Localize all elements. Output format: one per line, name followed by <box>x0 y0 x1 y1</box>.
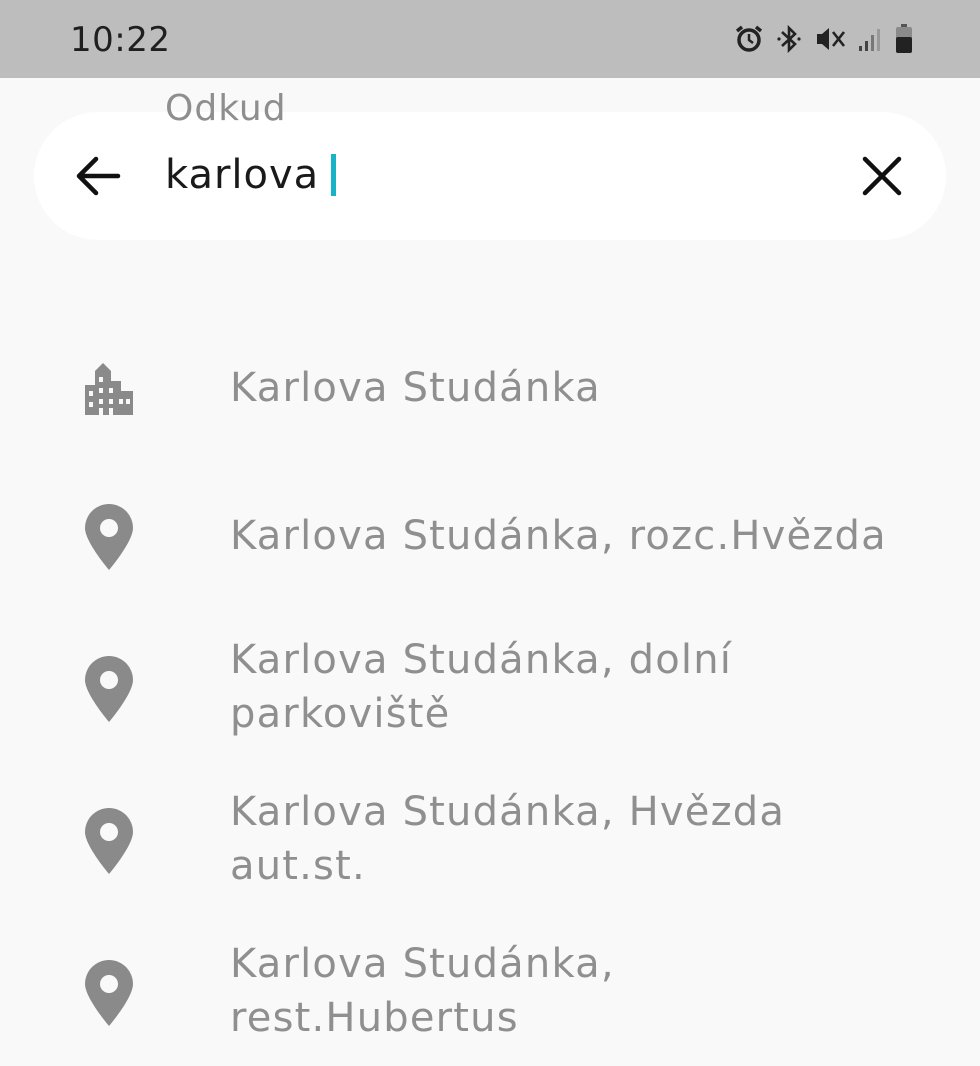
location-pin-icon <box>82 655 136 725</box>
city-icon <box>82 353 136 423</box>
bluetooth-icon <box>776 24 802 54</box>
clear-button[interactable] <box>852 148 912 208</box>
suggestion-label: Karlova Studánka, rest.Hubertus <box>230 941 615 1041</box>
suggestion-label: Karlova Studánka, dolní parkoviště <box>230 637 733 737</box>
arrow-left-icon <box>74 154 122 202</box>
signal-icon <box>858 24 882 54</box>
location-pin-icon <box>82 959 136 1029</box>
battery-icon <box>894 23 914 55</box>
location-pin-icon <box>82 807 136 877</box>
suggestion-item[interactable]: Karlova Studánka <box>0 345 980 425</box>
suggestion-item[interactable]: Karlova Studánka, rozc.Hvězda <box>0 495 980 585</box>
status-icons <box>734 22 914 56</box>
vibrate-mute-icon <box>814 24 846 54</box>
suggestion-item[interactable]: Karlova Studánka, Hvězda aut.st. <box>0 785 980 905</box>
back-button[interactable] <box>70 150 126 206</box>
status-bar: 10:22 <box>0 0 980 78</box>
suggestion-label: Karlova Studánka, Hvězda aut.st. <box>230 789 786 889</box>
search-input-value: karlova <box>165 152 320 198</box>
suggestion-item[interactable]: Karlova Studánka, rest.Hubertus <box>0 937 980 1057</box>
status-time: 10:22 <box>70 20 171 60</box>
close-icon <box>861 155 903 201</box>
text-caret <box>331 154 337 196</box>
alarm-icon <box>734 24 764 54</box>
suggestion-item[interactable]: Karlova Studánka, dolní parkoviště <box>0 633 980 753</box>
suggestion-label: Karlova Studánka <box>230 365 601 411</box>
suggestion-label: Karlova Studánka, rozc.Hvězda <box>230 513 887 559</box>
from-field-label: Odkud <box>165 88 287 129</box>
location-pin-icon <box>82 503 136 573</box>
search-input[interactable]: karlova <box>165 148 337 202</box>
